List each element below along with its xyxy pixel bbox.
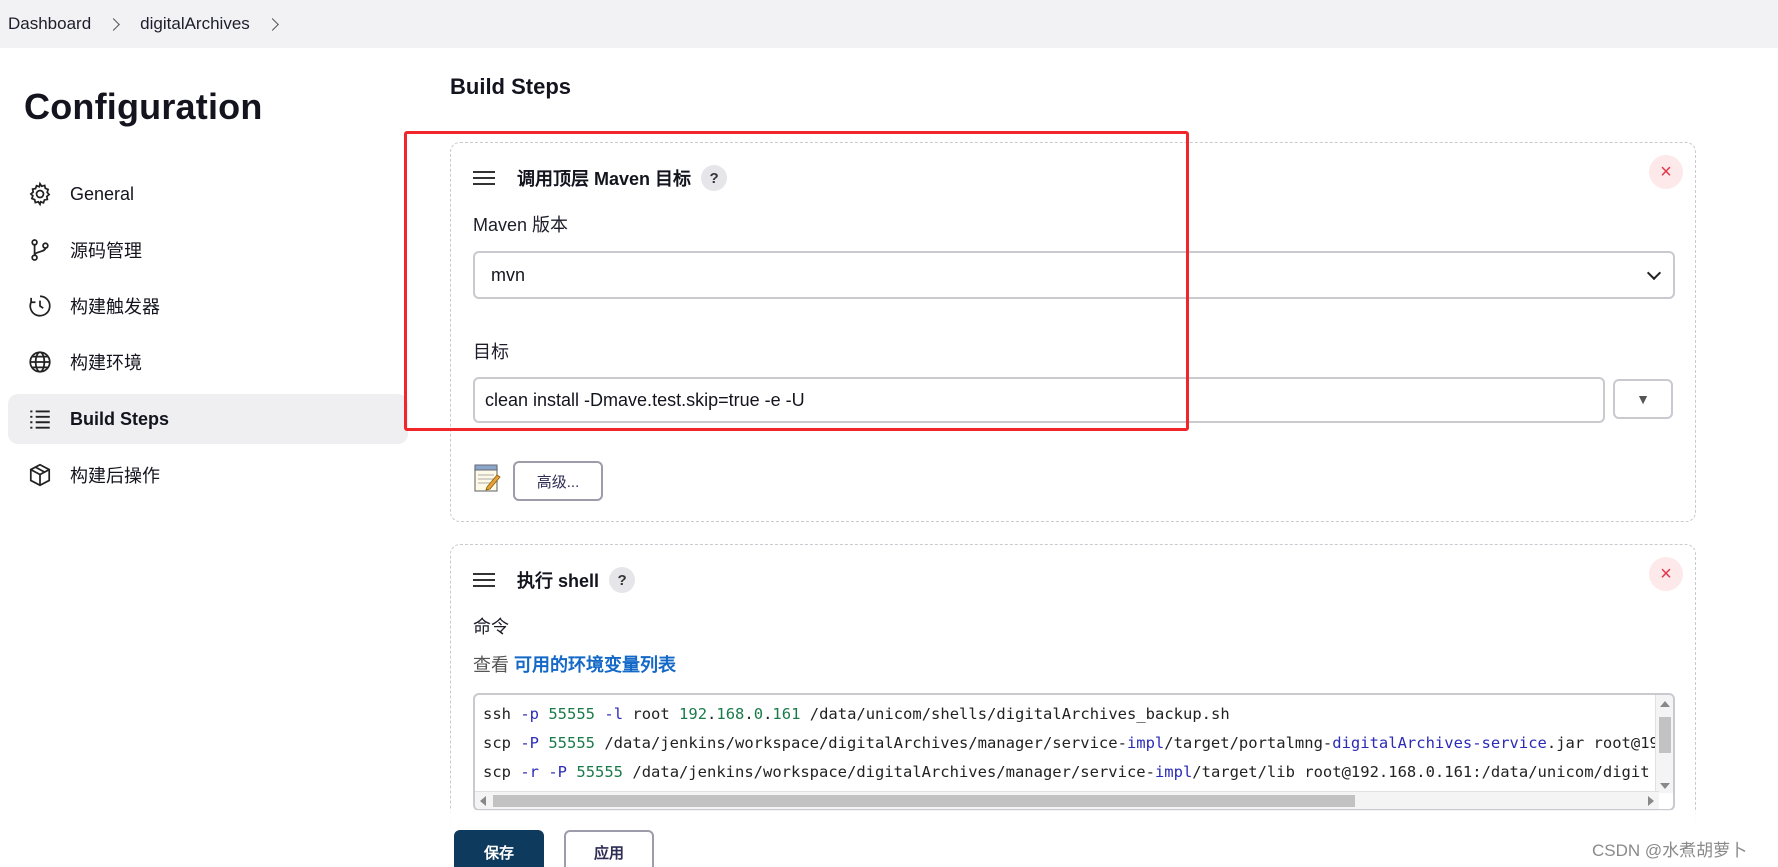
sidebar-item-build-steps[interactable]: Build Steps (8, 394, 408, 444)
code-line: scp -P 55555 /data/jenkins/workspace/dig… (483, 734, 1659, 752)
env-prefix: 查看 (473, 655, 515, 675)
help-icon[interactable]: ? (609, 567, 636, 593)
clock-icon (26, 292, 54, 320)
shell-step-title: 执行 shell (517, 571, 600, 591)
expand-goals-button[interactable]: ▼ (1613, 379, 1673, 419)
goals-label: 目标 (473, 342, 509, 362)
breadcrumb-dashboard[interactable]: Dashboard (8, 14, 91, 34)
goals-value: clean install -Dmave.test.skip=true -e -… (485, 389, 805, 410)
command-textarea[interactable]: ssh -p 55555 -l root 192.168.0.161 /data… (473, 693, 1675, 811)
maven-step-header: 调用顶层 Maven 目标 ? (473, 165, 728, 191)
scroll-left-icon[interactable] (480, 796, 486, 806)
package-icon (26, 461, 54, 489)
sidebar-item-label: Build Steps (70, 408, 170, 429)
vertical-scrollbar[interactable] (1655, 695, 1673, 793)
env-vars-line: 查看 可用的环境变量列表 (473, 651, 676, 677)
globe-icon (26, 348, 54, 376)
apply-button[interactable]: 应用 (564, 830, 654, 867)
sidebar-item-environment[interactable]: 构建环境 (8, 337, 408, 387)
help-icon[interactable]: ? (701, 165, 728, 191)
list-icon (26, 405, 54, 433)
section-title: Build Steps (450, 74, 572, 99)
scroll-down-icon[interactable] (1660, 783, 1670, 789)
drag-handle-icon[interactable] (473, 171, 495, 185)
sidebar-item-label: 构建环境 (70, 353, 142, 373)
sidebar-item-triggers[interactable]: 构建触发器 (8, 281, 408, 331)
breadcrumb: Dashboard digitalArchives (0, 0, 1778, 48)
watermark: CSDN @水煮胡萝卜 (1592, 841, 1748, 860)
sidebar-item-scm[interactable]: 源码管理 (8, 225, 408, 275)
branch-icon (26, 236, 54, 264)
advanced-button[interactable]: 高级... (513, 461, 603, 501)
sidebar-item-label: General (70, 183, 135, 204)
command-label: 命令 (473, 617, 509, 637)
page-title: Configuration (24, 86, 263, 127)
sidebar-item-general[interactable]: General (8, 169, 408, 219)
horizontal-scrollbar[interactable] (475, 791, 1659, 809)
env-vars-link[interactable]: 可用的环境变量列表 (514, 655, 676, 675)
chevron-right-icon (107, 17, 121, 31)
bottom-bar (0, 810, 1778, 867)
maven-step-title: 调用顶层 Maven 目标 (517, 169, 692, 189)
close-icon[interactable]: × (1649, 155, 1683, 189)
maven-step-card: 调用顶层 Maven 目标 ? × Maven 版本 mvn 目标 clean … (450, 142, 1696, 522)
scroll-up-icon[interactable] (1660, 701, 1670, 707)
code-line: scp -r -P 55555 /data/jenkins/workspace/… (483, 763, 1650, 781)
code-line: ssh -p 55555 -l root 192.168.0.161 /data… (483, 705, 1230, 723)
notepad-icon[interactable] (473, 463, 501, 493)
breadcrumb-digitalarchives[interactable]: digitalArchives (140, 14, 250, 34)
sidebar-item-post-build[interactable]: 构建后操作 (8, 450, 408, 500)
maven-version-value: mvn (491, 264, 526, 285)
scroll-thumb[interactable] (1659, 717, 1671, 753)
chevron-right-icon[interactable] (265, 17, 279, 31)
goals-input[interactable]: clean install -Dmave.test.skip=true -e -… (473, 377, 1605, 423)
shell-step-header: 执行 shell ? (473, 567, 636, 593)
scroll-right-icon[interactable] (1648, 796, 1654, 806)
gear-icon (26, 180, 54, 208)
drag-handle-icon[interactable] (473, 573, 495, 587)
close-icon[interactable]: × (1649, 557, 1683, 591)
sidebar-item-label: 源码管理 (70, 241, 142, 261)
maven-version-label: Maven 版本 (473, 215, 569, 235)
save-button[interactable]: 保存 (454, 830, 544, 867)
sidebar-item-label: 构建后操作 (70, 466, 160, 486)
sidebar-item-label: 构建触发器 (70, 297, 160, 317)
maven-version-select[interactable]: mvn (473, 251, 1675, 299)
scroll-thumb[interactable] (493, 795, 1355, 807)
chevron-down-icon (1646, 265, 1662, 281)
